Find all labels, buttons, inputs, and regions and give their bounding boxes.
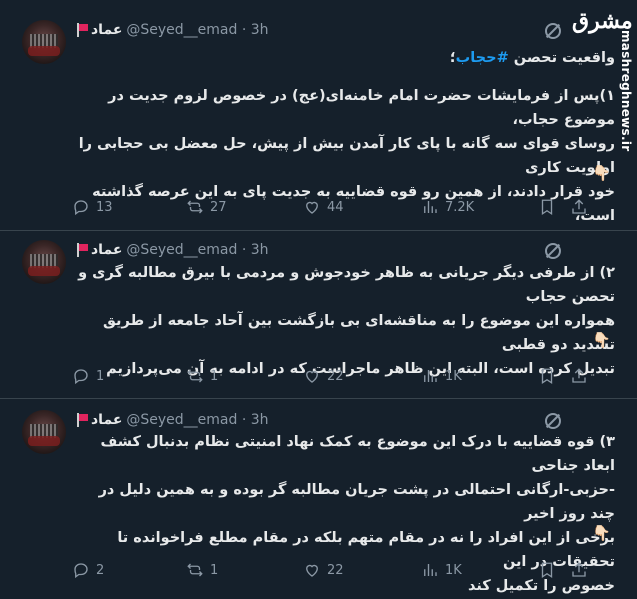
heart-icon bbox=[306, 201, 318, 214]
tweet-header: عماد @Seyed__emad · 3h bbox=[76, 240, 269, 260]
like-button[interactable]: 44 bbox=[303, 198, 344, 216]
handle[interactable]: @Seyed__emad bbox=[126, 22, 237, 38]
bookmark-icon bbox=[541, 562, 553, 579]
pointing-down-emoji: 👇🏻 bbox=[592, 331, 611, 349]
dot-separator: · bbox=[237, 242, 251, 258]
bookmark-button[interactable] bbox=[538, 561, 556, 579]
retweet-icon bbox=[187, 200, 203, 214]
retweet-count: 1 bbox=[210, 368, 219, 384]
view-count: 1K bbox=[445, 368, 462, 384]
avatar[interactable] bbox=[22, 410, 66, 454]
tweet-3[interactable]: عماد @Seyed__emad · 3h ۳) قوه قضاییه با … bbox=[0, 410, 637, 595]
reply-icon bbox=[74, 200, 88, 216]
views-icon bbox=[424, 201, 437, 213]
bookmark-icon bbox=[541, 368, 553, 385]
pointing-down-emoji: 👇🏻 bbox=[592, 164, 611, 182]
like-count: 44 bbox=[327, 199, 344, 215]
tweet-actions: 1 1 22 1K bbox=[0, 367, 637, 389]
timestamp[interactable]: 3h bbox=[251, 22, 269, 38]
divider bbox=[0, 398, 637, 399]
tweet-actions: 2 1 22 1K bbox=[0, 561, 637, 583]
timestamp[interactable]: 3h bbox=[251, 242, 269, 258]
handle[interactable]: @Seyed__emad bbox=[126, 412, 237, 428]
handle[interactable]: @Seyed__emad bbox=[126, 242, 237, 258]
like-count: 22 bbox=[327, 368, 344, 384]
red-flag-icon bbox=[76, 413, 88, 427]
bookmark-button[interactable] bbox=[538, 198, 556, 216]
hashtag-link[interactable]: #حجاب bbox=[456, 50, 509, 66]
view-count: 1K bbox=[445, 562, 462, 578]
reply-button[interactable]: 2 bbox=[72, 561, 104, 579]
retweet-button[interactable]: 1 bbox=[186, 367, 218, 385]
retweet-count: 1 bbox=[210, 562, 219, 578]
tweet-1[interactable]: عماد @Seyed__emad · 3h واقعیت تحصن #حجاب… bbox=[0, 20, 637, 224]
red-flag-icon bbox=[76, 243, 88, 257]
dot-separator: · bbox=[237, 22, 251, 38]
pointing-down-emoji: 👇🏻 bbox=[592, 524, 611, 542]
reply-count: 1 bbox=[96, 368, 105, 384]
reply-icon bbox=[74, 563, 88, 579]
tweet-header: عماد @Seyed__emad · 3h bbox=[76, 410, 269, 430]
grok-icon[interactable] bbox=[545, 243, 561, 259]
tweet-line: روسای قوای سه گانه با پای کار آمدن بیش ا… bbox=[78, 136, 615, 176]
share-button[interactable] bbox=[570, 561, 588, 579]
views-button[interactable]: 1K bbox=[421, 561, 462, 579]
tweet-actions: 13 27 44 7.2K bbox=[0, 198, 637, 220]
retweet-icon bbox=[187, 563, 203, 577]
tweet-header: عماد @Seyed__emad · 3h bbox=[76, 20, 269, 40]
tweet-2[interactable]: عماد @Seyed__emad · 3h ۲) از طرفی دیگر ج… bbox=[0, 240, 637, 390]
retweet-icon bbox=[187, 369, 203, 383]
share-icon bbox=[572, 562, 586, 577]
tweet-line: -حزبی-ارگانی احتمالی در پشت جریان مطالبه… bbox=[98, 482, 615, 522]
tweet-line: همواره این موضوع را به مناقشه‌ای بی بازگ… bbox=[102, 313, 615, 353]
tweet-title-line: واقعیت تحصن #حجاب؛ bbox=[449, 50, 615, 66]
heart-icon bbox=[306, 564, 318, 577]
tweet-line: ۲) از طرفی دیگر جریانی به ظاهر خودجوش و … bbox=[78, 265, 615, 305]
reply-icon bbox=[74, 369, 88, 385]
like-button[interactable]: 22 bbox=[303, 561, 344, 579]
avatar[interactable] bbox=[22, 240, 66, 284]
reply-count: 13 bbox=[96, 199, 113, 215]
views-icon bbox=[424, 564, 437, 576]
retweet-count: 27 bbox=[210, 199, 227, 215]
heart-icon bbox=[306, 370, 318, 383]
reply-button[interactable]: 13 bbox=[72, 198, 113, 216]
share-button[interactable] bbox=[570, 198, 588, 216]
grok-icon[interactable] bbox=[545, 23, 561, 39]
divider bbox=[0, 230, 637, 231]
bookmark-button[interactable] bbox=[538, 367, 556, 385]
reply-count: 2 bbox=[96, 562, 105, 578]
bookmark-icon bbox=[541, 199, 553, 216]
display-name[interactable]: عماد bbox=[91, 412, 122, 428]
like-button[interactable]: 22 bbox=[303, 367, 344, 385]
view-count: 7.2K bbox=[445, 199, 475, 215]
retweet-button[interactable]: 1 bbox=[186, 561, 218, 579]
share-icon bbox=[572, 199, 586, 214]
grok-icon[interactable] bbox=[545, 413, 561, 429]
timestamp[interactable]: 3h bbox=[251, 412, 269, 428]
retweet-button[interactable]: 27 bbox=[186, 198, 227, 216]
display-name[interactable]: عماد bbox=[91, 22, 122, 38]
views-button[interactable]: 1K bbox=[421, 367, 462, 385]
avatar[interactable] bbox=[22, 20, 66, 64]
like-count: 22 bbox=[327, 562, 344, 578]
views-button[interactable]: 7.2K bbox=[421, 198, 474, 216]
share-button[interactable] bbox=[570, 367, 588, 385]
dot-separator: · bbox=[237, 412, 251, 428]
views-icon bbox=[424, 370, 437, 382]
tweet-line: ۳) قوه قضاییه با درک این موضوع به کمک نه… bbox=[100, 434, 615, 474]
tweet-text: ۲) از طرفی دیگر جریانی به ظاهر خودجوش و … bbox=[70, 261, 615, 381]
display-name[interactable]: عماد bbox=[91, 242, 122, 258]
share-icon bbox=[572, 368, 586, 383]
reply-button[interactable]: 1 bbox=[72, 367, 104, 385]
tweet-line: ۱)پس از فرمایشات حضرت امام خامنه‌ای(عج) … bbox=[108, 88, 615, 128]
red-flag-icon bbox=[76, 23, 88, 37]
